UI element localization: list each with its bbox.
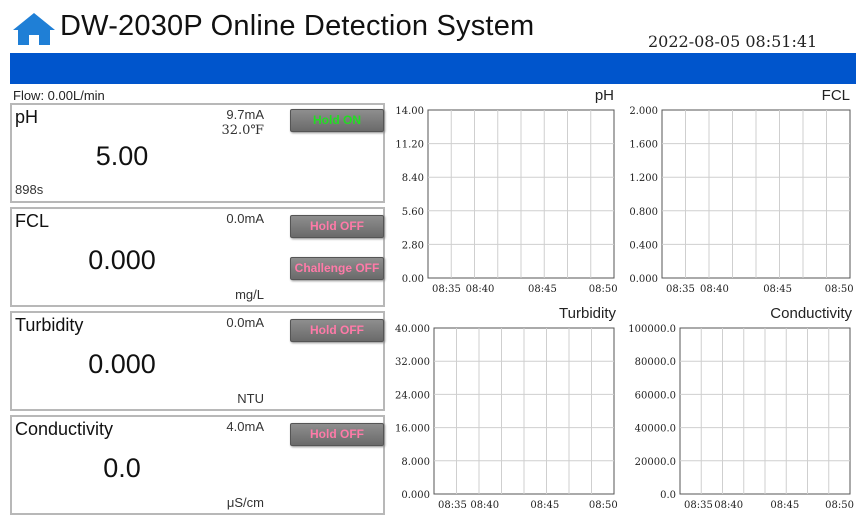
hold-button-fcl[interactable]: Hold OFF bbox=[290, 215, 384, 238]
sensor-card-fcl: FCL 0.0mA 0.000 mg/L Hold OFF Challenge … bbox=[10, 207, 385, 307]
sensor-value: 0.000 bbox=[88, 349, 156, 379]
y-tick-label: 100000.0 bbox=[628, 324, 676, 335]
y-tick-label: 8.40 bbox=[402, 173, 424, 184]
sensor-current: 0.0mA bbox=[226, 315, 264, 330]
y-tick-label: 0.400 bbox=[629, 240, 658, 251]
y-tick-label: 40000.0 bbox=[635, 424, 676, 435]
y-tick-label: 0.800 bbox=[629, 207, 658, 218]
chart-title-turbidity: Turbidity bbox=[559, 305, 616, 322]
sensor-temperature: 32.0℉ bbox=[221, 123, 264, 138]
sensor-current: 4.0mA bbox=[226, 419, 264, 434]
y-tick-label: 0.00 bbox=[402, 274, 424, 285]
header: DW-2030P Online Detection System 2022-08… bbox=[0, 0, 856, 51]
sensor-name: Turbidity bbox=[15, 315, 84, 335]
y-tick-label: 40.000 bbox=[395, 324, 430, 335]
y-tick-label: 80000.0 bbox=[635, 357, 676, 368]
y-tick-label: 11.20 bbox=[395, 140, 424, 151]
flow-label: Flow: 0.00L/min bbox=[13, 88, 105, 103]
chart-title-ph: pH bbox=[594, 87, 614, 104]
challenge-button-fcl[interactable]: Challenge OFF bbox=[290, 257, 384, 280]
y-tick-label: 1.200 bbox=[629, 173, 658, 184]
sensor-name: FCL bbox=[15, 211, 50, 231]
sensor-time: 898s bbox=[15, 182, 44, 197]
hold-button-ph[interactable]: Hold ON bbox=[290, 109, 384, 132]
y-tick-label: 2.80 bbox=[402, 240, 424, 251]
x-tick-label: 08:45 bbox=[528, 284, 557, 295]
y-tick-label: 0.000 bbox=[629, 274, 658, 285]
app-title: DW-2030P Online Detection System bbox=[60, 10, 535, 42]
x-tick-label: 08:40 bbox=[466, 284, 495, 295]
hold-button-turbidity[interactable]: Hold OFF bbox=[290, 319, 384, 342]
chart-title-conductivity: Conductivity bbox=[770, 305, 852, 322]
chart-ph: 14.00 11.20 8.40 5.60 2.80 0.00 08:35 08:40 08:4… bbox=[395, 106, 618, 295]
sensor-card-turbidity: Turbidity 0.0mA 0.000 NTU Hold OFF bbox=[10, 311, 385, 411]
home-icon[interactable] bbox=[12, 12, 56, 46]
sensor-value: 0.000 bbox=[88, 245, 156, 275]
sensor-value: 5.00 bbox=[95, 141, 149, 171]
sensor-card-conductivity: Conductivity 4.0mA 0.0 μS/cm Hold OFF bbox=[10, 415, 385, 515]
y-tick-label: 20000.0 bbox=[635, 457, 676, 468]
x-tick-label: 08:35 bbox=[666, 284, 695, 295]
x-tick-label: 08:50 bbox=[825, 284, 854, 295]
y-tick-label: 32.000 bbox=[395, 357, 430, 368]
y-tick-label: 1.600 bbox=[629, 140, 658, 151]
y-tick-label: 0.0 bbox=[660, 490, 676, 501]
sensor-value: 0.0 bbox=[103, 453, 141, 483]
x-tick-label: 08:45 bbox=[530, 500, 559, 511]
y-tick-label: 24.000 bbox=[395, 390, 430, 401]
y-tick-label: 2.000 bbox=[629, 106, 658, 117]
y-tick-label: 14.00 bbox=[395, 106, 424, 117]
x-tick-label: 08:50 bbox=[589, 500, 618, 511]
sensor-unit: NTU bbox=[237, 391, 264, 406]
sensor-unit: μS/cm bbox=[226, 495, 264, 510]
sensor-name: pH bbox=[15, 107, 39, 127]
x-tick-label: 08:40 bbox=[470, 500, 499, 511]
x-tick-label: 08:50 bbox=[589, 284, 618, 295]
sensor-current: 0.0mA bbox=[226, 211, 264, 226]
chart-conductivity: 100000.0 80000.0 60000.0 40000.0 20000.0 0.0 0… bbox=[628, 324, 854, 511]
x-tick-label: 08:35 bbox=[438, 500, 467, 511]
x-tick-label: 08:35 bbox=[684, 500, 713, 511]
y-tick-label: 16.000 bbox=[395, 424, 430, 435]
chart-title-fcl: FCL bbox=[821, 87, 850, 104]
x-tick-label: 08:50 bbox=[825, 500, 854, 511]
x-tick-label: 08:45 bbox=[763, 284, 792, 295]
sensor-unit: mg/L bbox=[235, 287, 264, 302]
y-tick-label: 0.000 bbox=[401, 490, 430, 501]
sensor-panel: Flow: 0.00L/min pH 9.7mA 32.0℉ 5.00 898s… bbox=[10, 86, 388, 515]
sensor-name: Conductivity bbox=[15, 419, 114, 439]
chart-fcl: 2.000 1.600 1.200 0.800 0.400 0.000 08:35 08:40… bbox=[629, 106, 854, 295]
y-tick-label: 8.000 bbox=[401, 457, 430, 468]
sensor-card-ph: pH 9.7mA 32.0℉ 5.00 898s Hold ON bbox=[10, 103, 385, 203]
datetime-display: 2022-08-05 08:51:41 bbox=[648, 32, 818, 51]
x-tick-label: 08:40 bbox=[714, 500, 743, 511]
x-tick-label: 08:40 bbox=[700, 284, 729, 295]
header-bar bbox=[10, 53, 856, 84]
x-tick-label: 08:35 bbox=[432, 284, 461, 295]
x-tick-label: 08:45 bbox=[770, 500, 799, 511]
sensor-current: 9.7mA bbox=[226, 107, 264, 122]
y-tick-label: 60000.0 bbox=[635, 390, 676, 401]
hold-button-conductivity[interactable]: Hold OFF bbox=[290, 423, 384, 446]
y-tick-label: 5.60 bbox=[402, 207, 424, 218]
chart-turbidity: 40.00032.00024.00016.0008.0000.00008:35 0… bbox=[395, 324, 618, 511]
